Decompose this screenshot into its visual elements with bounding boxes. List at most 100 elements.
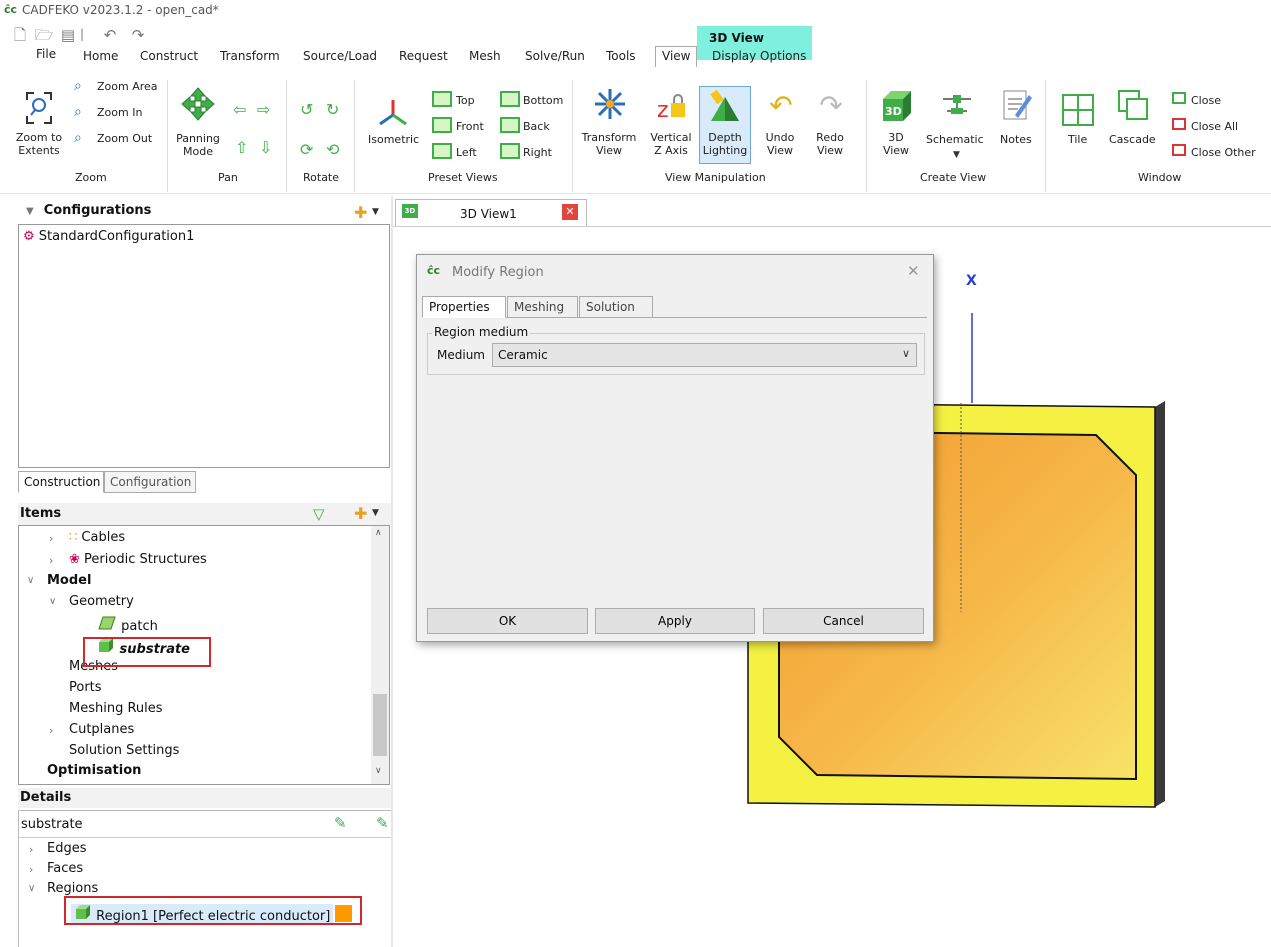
zoom-in-label[interactable]: Zoom In (97, 106, 142, 119)
menu-mesh[interactable]: Mesh (469, 49, 501, 63)
close-window-icon[interactable] (1172, 92, 1186, 104)
notes-icon[interactable] (1000, 86, 1034, 124)
menu-transform[interactable]: Transform (220, 49, 280, 63)
tree-item-model[interactable]: Model (47, 573, 91, 588)
zoom-area-label[interactable]: Zoom Area (97, 80, 158, 93)
expand-chevron-icon[interactable]: › (49, 554, 53, 567)
rotate-down-icon[interactable]: ⟳ (300, 140, 313, 159)
details-regions[interactable]: Regions (47, 881, 98, 896)
menu-tools[interactable]: Tools (606, 49, 636, 63)
dialog-close-icon[interactable]: ✕ (907, 262, 920, 280)
tab-configuration[interactable]: Configuration (104, 471, 196, 493)
details-faces[interactable]: Faces (47, 861, 83, 876)
menu-home[interactable]: Home (83, 49, 118, 63)
3d-view-icon[interactable]: 3D (878, 88, 914, 124)
expand-chevron-icon[interactable]: › (29, 843, 33, 856)
tree-item-solution-settings[interactable]: Solution Settings (69, 743, 179, 758)
undo-icon[interactable]: ↶ (100, 25, 120, 45)
close-other-icon[interactable] (1172, 144, 1186, 156)
menu-source-load[interactable]: Source/Load (303, 49, 377, 63)
menu-request[interactable]: Request (399, 49, 448, 63)
expand-chevron-icon[interactable]: › (29, 863, 33, 876)
tree-item-meshing-rules[interactable]: Meshing Rules (69, 701, 163, 716)
cascade-icon[interactable] (1118, 90, 1148, 120)
zoom-extents-icon[interactable] (22, 88, 56, 128)
medium-select[interactable]: Ceramic ∨ (492, 343, 917, 367)
back-view-label[interactable]: Back (523, 120, 550, 133)
bottom-view-label[interactable]: Bottom (523, 94, 563, 107)
close-all-icon[interactable] (1172, 118, 1186, 130)
close-label[interactable]: Close (1191, 94, 1221, 107)
redo-icon[interactable]: ↷ (128, 25, 148, 45)
tree-item-cables[interactable]: ∷ Cables (69, 530, 125, 545)
expand-chevron-icon[interactable]: › (49, 532, 53, 545)
filter-icon[interactable]: ▽ (313, 505, 325, 523)
bottom-view-icon[interactable] (500, 91, 520, 107)
close-other-label[interactable]: Close Other (1191, 146, 1256, 159)
collapse-chevron-icon[interactable]: ∨ (27, 575, 34, 586)
dialog-tab-meshing[interactable]: Meshing (507, 296, 578, 318)
undo-view-icon[interactable]: ↶ (764, 86, 798, 124)
rotate-ccw-icon[interactable]: ↺ (300, 100, 313, 119)
tile-icon[interactable] (1062, 94, 1094, 126)
tree-item-geometry[interactable]: Geometry (69, 594, 134, 609)
left-view-label[interactable]: Left (456, 146, 477, 159)
left-view-icon[interactable] (432, 143, 452, 159)
rotate-cw-icon[interactable]: ↻ (326, 100, 339, 119)
add-item-icon[interactable]: ✚ (354, 504, 367, 523)
close-tab-icon[interactable]: ✕ (562, 204, 578, 220)
open-file-icon[interactable]: 🗁 (34, 25, 54, 45)
pan-down-icon[interactable]: ⇩ (259, 138, 272, 157)
front-view-icon[interactable] (432, 117, 452, 133)
add-configuration-dropdown-icon[interactable]: ▼ (372, 207, 379, 217)
menu-construct[interactable]: Construct (140, 49, 198, 63)
save-icon[interactable]: ▤ (58, 25, 78, 45)
close-all-label[interactable]: Close All (1191, 120, 1238, 133)
tab-3d-view1[interactable]: 3D 3D View1 ✕ (395, 199, 587, 226)
redo-view-icon[interactable]: ↷ (814, 86, 848, 124)
rotate-up-icon[interactable]: ⟲ (326, 140, 339, 159)
cancel-button[interactable]: Cancel (763, 608, 924, 634)
dialog-tab-solution[interactable]: Solution (579, 296, 653, 318)
details-edges[interactable]: Edges (47, 841, 87, 856)
pan-up-icon[interactable]: ⇧ (235, 138, 248, 157)
tab-construction[interactable]: Construction (18, 471, 104, 493)
schematic-dropdown-icon[interactable]: ▼ (953, 150, 960, 160)
tree-item-periodic-structures[interactable]: ❀ Periodic Structures (69, 552, 207, 567)
configuration-item[interactable]: ⚙ StandardConfiguration1 (23, 229, 194, 244)
panning-mode-icon[interactable] (180, 86, 216, 122)
front-view-label[interactable]: Front (456, 120, 484, 133)
tree-item-patch[interactable]: patch (97, 616, 158, 634)
vertical-z-axis-icon[interactable]: z (654, 86, 688, 124)
tree-item-ports[interactable]: Ports (69, 680, 102, 695)
transform-view-icon[interactable] (590, 84, 630, 124)
zoom-in-icon[interactable]: ⌕ (74, 104, 92, 120)
right-view-label[interactable]: Right (523, 146, 552, 159)
back-view-icon[interactable] (500, 117, 520, 133)
collapse-chevron-icon[interactable]: ∨ (28, 883, 35, 894)
expand-chevron-icon[interactable]: › (49, 724, 53, 737)
menu-solve-run[interactable]: Solve/Run (525, 49, 585, 63)
pan-left-icon[interactable]: ⇦ (233, 100, 246, 119)
details-edit-icon-2[interactable]: ✎ (376, 814, 389, 832)
pan-right-icon[interactable]: ⇨ (257, 100, 270, 119)
scroll-up-icon[interactable]: ∧ (375, 528, 382, 538)
collapse-chevron-icon[interactable]: ▼ (26, 206, 34, 217)
scrollbar-thumb[interactable] (373, 694, 387, 756)
ok-button[interactable]: OK (427, 608, 588, 634)
top-view-label[interactable]: Top (456, 94, 475, 107)
right-view-icon[interactable] (500, 143, 520, 159)
menu-file[interactable]: File (36, 47, 56, 61)
collapse-chevron-icon[interactable]: ∨ (49, 596, 56, 607)
menu-display-options[interactable]: Display Options (712, 49, 806, 63)
zoom-out-label[interactable]: Zoom Out (97, 132, 152, 145)
new-file-icon[interactable]: 🗋 (10, 25, 30, 45)
tree-item-cutplanes[interactable]: Cutplanes (69, 722, 134, 737)
scroll-down-icon[interactable]: ∨ (375, 766, 382, 776)
zoom-area-icon[interactable]: ⌕ (74, 78, 92, 94)
details-edit-icon[interactable]: ✎ (334, 814, 347, 832)
top-view-icon[interactable] (432, 91, 452, 107)
add-item-dropdown-icon[interactable]: ▼ (372, 508, 379, 518)
menu-view[interactable]: View (655, 46, 698, 67)
isometric-icon[interactable] (376, 96, 410, 130)
